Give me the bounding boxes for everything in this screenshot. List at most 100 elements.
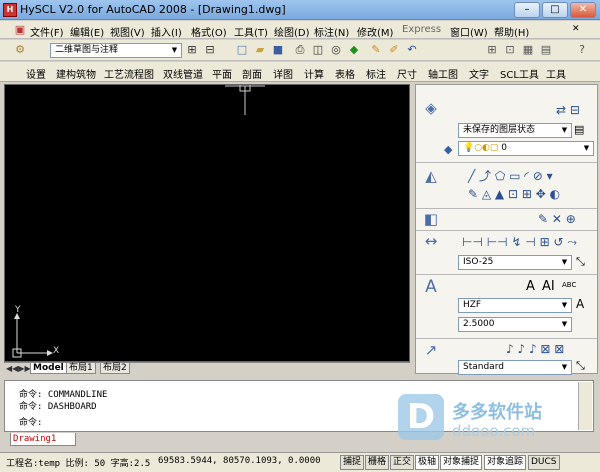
cut-icon[interactable]: ✎ — [368, 42, 384, 58]
sheet-set-icon[interactable]: ▤ — [538, 42, 554, 58]
table-section: ↗ ♪ ♪ ♪ ⊠ ⊠ Standard ▼ ⤡ — [416, 339, 597, 375]
ortho-toggle[interactable]: 正交 — [390, 455, 415, 470]
watermark-url: ddooo.com — [452, 422, 536, 440]
tb-tools[interactable]: 工具 — [546, 66, 566, 81]
new-icon[interactable]: □ — [234, 42, 250, 58]
layer-state-manager-icon[interactable]: ▤ — [574, 123, 584, 136]
close-button[interactable]: ✕ — [570, 2, 596, 18]
tb-table[interactable]: 表格 — [335, 66, 355, 81]
save-icon[interactable]: ■ — [270, 42, 286, 58]
chevron-down-icon: ▼ — [561, 126, 568, 134]
doc-menu-icon[interactable]: ▣ — [12, 22, 28, 38]
draw-tools-row1[interactable]: ╱ ⤴ ⬠ ▭ ◜ ⊘ ▾ — [468, 167, 553, 184]
print-icon[interactable]: ⎙ — [292, 42, 308, 58]
table-style-dropdown[interactable]: Standard ▼ — [458, 360, 572, 375]
tb-text[interactable]: 文字 — [469, 66, 489, 81]
draw-tools-row2[interactable]: ✎ ◬ ▲ ⊡ ⊞ ✥ ◐ — [468, 187, 560, 201]
layer-flags-icon: 💡○◐▢ — [463, 143, 502, 153]
dim-style-value: ISO-25 — [463, 257, 494, 267]
tb-calc[interactable]: 计算 — [304, 66, 324, 81]
tb-process-flow[interactable]: 工艺流程图 — [104, 66, 154, 81]
otrack-toggle[interactable]: 对象追踪 — [484, 455, 527, 470]
design-center-icon[interactable]: ⊡ — [502, 42, 518, 58]
tb-double-pipe[interactable]: 双线管道 — [163, 66, 203, 81]
menu-express[interactable]: Express — [402, 24, 441, 35]
menu-tools[interactable]: 工具(T) — [234, 24, 268, 39]
tb-section[interactable]: 剖面 — [242, 66, 262, 81]
text-style-dropdown[interactable]: HZF ▼ — [458, 298, 572, 313]
tab-nav-arrows[interactable]: ◀◀▶▶ — [6, 364, 31, 373]
single-text-icon[interactable]: AI — [542, 279, 555, 294]
grid-toggle[interactable]: 栅格 — [365, 455, 390, 470]
tb-scl-tools[interactable]: SCL工具 — [500, 66, 539, 81]
layer-state-dropdown[interactable]: 未保存的图层状态 ▼ — [458, 123, 572, 138]
layer-state-value: 未保存的图层状态 — [463, 125, 536, 135]
ucs-x-label: X — [53, 346, 60, 356]
tb-plan[interactable]: 平面 — [212, 66, 232, 81]
osnap-toggle[interactable]: 对象捕捉 — [440, 455, 483, 470]
menu-insert[interactable]: 插入(I) — [151, 24, 182, 39]
maximize-button[interactable]: □ — [542, 2, 568, 18]
snap-toggle[interactable]: 捕捉 — [340, 455, 365, 470]
dimension-tools-row[interactable]: ⊢⊣ ⊢⊣ ↯ ⊣ ⊞ ↺ ⤳ — [462, 235, 577, 250]
help-icon[interactable]: ? — [574, 42, 590, 58]
workspace-icon[interactable]: ⚙ — [12, 42, 28, 58]
watermark-logo: D — [398, 394, 444, 440]
modify-tools-row[interactable]: ✎ ✕ ⊕ — [538, 212, 576, 226]
open-icon[interactable]: ▰ — [252, 42, 268, 58]
tab-layout2[interactable]: 布局2 — [100, 363, 130, 374]
tab-layout1[interactable]: 布局1 — [66, 363, 96, 374]
match-icon[interactable]: ✐ — [386, 42, 402, 58]
doc-close-icon[interactable]: ✕ — [572, 24, 580, 34]
title-bar: H HySCL V2.0 for AutoCAD 2008 - [Drawing… — [0, 0, 600, 20]
menu-modify[interactable]: 修改(M) — [357, 24, 393, 39]
menu-dimension[interactable]: 标注(N) — [314, 24, 349, 39]
tool-palette-icon[interactable]: ▦ — [520, 42, 536, 58]
lock-icon[interactable]: ⊟ — [202, 42, 218, 58]
dim-style-icon[interactable]: ⤡ — [576, 255, 585, 269]
tab-model[interactable]: Model — [30, 363, 67, 374]
menu-edit[interactable]: 编辑(E) — [70, 24, 104, 39]
spell-check-icon[interactable]: ABC — [562, 281, 576, 289]
drawing-canvas[interactable]: Y X — [4, 84, 410, 362]
chevron-down-icon: ▼ — [561, 363, 568, 371]
tb-annotate[interactable]: 标注 — [366, 66, 386, 81]
layer-props-icon[interactable]: ◆ — [444, 143, 452, 156]
undo-icon[interactable]: ↶ — [404, 42, 420, 58]
tb-structures[interactable]: 建构筑物 — [56, 66, 96, 81]
app-icon[interactable]: H — [3, 3, 17, 17]
polar-toggle[interactable]: 极轴 — [415, 455, 440, 470]
menu-draw[interactable]: 绘图(D) — [274, 24, 310, 39]
preview-icon[interactable]: ◫ — [310, 42, 326, 58]
dim-style-dropdown[interactable]: ISO-25 ▼ — [458, 255, 572, 270]
leader-tools-row[interactable]: ♪ ♪ ♪ ⊠ ⊠ — [506, 342, 564, 356]
menu-window[interactable]: 窗口(W) — [450, 24, 488, 39]
hyscl-toolbar: 设置 建构筑物 工艺流程图 双线管道 平面 剖面 详图 计算 表格 标注 尺寸 … — [0, 62, 600, 82]
menu-format[interactable]: 格式(O) — [191, 24, 227, 39]
layer-value: 0 — [501, 143, 508, 153]
workspace-settings-icon[interactable]: ⊞ — [184, 42, 200, 58]
tb-detail[interactable]: 详图 — [273, 66, 293, 81]
text-height-dropdown[interactable]: 2.5000 ▼ — [458, 317, 572, 332]
text-style-icon[interactable]: A — [576, 297, 584, 311]
plot-icon[interactable]: ◆ — [346, 42, 362, 58]
ducs-toggle[interactable]: DUCS — [528, 455, 560, 470]
layer-dropdown[interactable]: 💡○◐▢ 0 ▼ — [458, 141, 594, 156]
table-style-icon[interactable]: ⤡ — [576, 359, 585, 373]
tb-dimension[interactable]: 尺寸 — [397, 66, 417, 81]
properties-icon[interactable]: ⊞ — [484, 42, 500, 58]
watermark-text: 多多软件站 — [452, 402, 542, 423]
command-prompt[interactable]: 命令: — [19, 415, 42, 428]
mtext-icon[interactable]: A — [526, 279, 535, 294]
tb-settings[interactable]: 设置 — [26, 66, 46, 81]
menu-file[interactable]: 文件(F) — [30, 24, 64, 39]
layer-tools-row[interactable]: ⇄ ⊟ — [556, 103, 580, 117]
menu-view[interactable]: 视图(V) — [110, 24, 145, 39]
project-info: 工程名:temp 比例: 50 字高:2.5 — [6, 459, 151, 469]
minimize-button[interactable]: – — [514, 2, 540, 18]
workspace-dropdown[interactable]: 二维草图与注释 ▼ — [50, 43, 182, 58]
tb-axis-drawing[interactable]: 轴工图 — [428, 66, 458, 81]
publish-icon[interactable]: ◎ — [328, 42, 344, 58]
menu-help[interactable]: 帮助(H) — [494, 24, 529, 39]
drawing-tab[interactable]: Drawing1 — [10, 433, 76, 446]
